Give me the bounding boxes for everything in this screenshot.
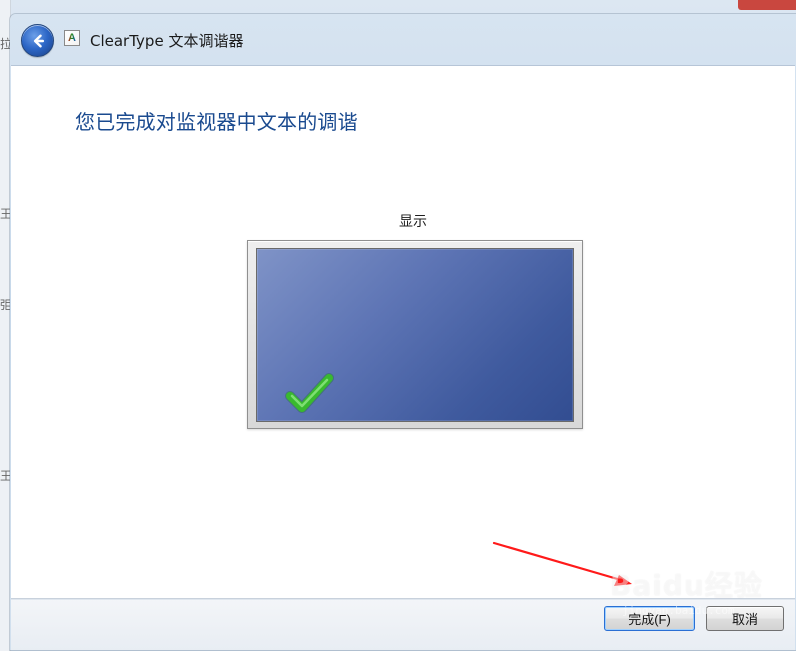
checkmark-icon [285, 373, 334, 413]
window-title: ClearType 文本调谐器 [90, 32, 244, 50]
back-button[interactable] [21, 24, 54, 57]
completion-heading: 您已完成对监视器中文本的调谐 [75, 110, 358, 134]
dialog-content: 您已完成对监视器中文本的调谐 显示 [11, 65, 795, 599]
finish-button[interactable]: 完成(F) [604, 606, 695, 631]
dialog-titlebar: A ClearType 文本调谐器 [10, 14, 796, 65]
dialog-footer: 完成(F) 取消 [11, 598, 795, 650]
back-arrow-icon [33, 34, 44, 47]
display-label: 显示 [399, 214, 427, 230]
monitor-illustration [247, 240, 583, 429]
monitor-screen [256, 248, 574, 422]
footer-divider [11, 599, 795, 600]
cleartype-icon: A [64, 30, 80, 46]
screenshot-root: 拉 王 弡 王 A ClearType 文本调谐器 您已完成对监视器中文本的调谐… [0, 0, 796, 651]
cancel-button[interactable]: 取消 [706, 606, 784, 631]
cleartype-dialog: A ClearType 文本调谐器 您已完成对监视器中文本的调谐 显示 完成(F… [10, 14, 796, 650]
background-window-control [738, 0, 796, 10]
